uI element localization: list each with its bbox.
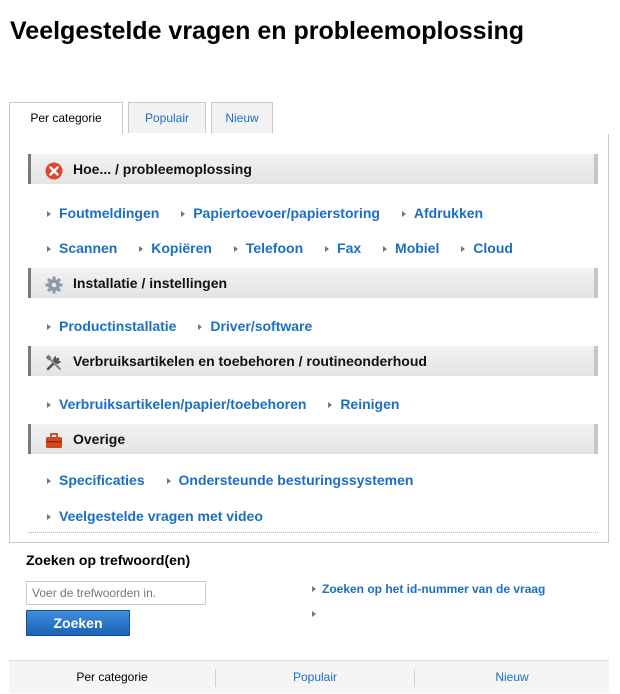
bottom-tab-per-categorie[interactable]: Per categorie <box>9 661 215 694</box>
link-specificaties[interactable]: Specificaties <box>47 472 145 488</box>
link-reinigen[interactable]: Reinigen <box>328 396 399 412</box>
tab-nieuw[interactable]: Nieuw <box>211 102 273 133</box>
bottom-tab-populair[interactable]: Populair <box>216 661 414 694</box>
error-circle-icon <box>45 160 63 180</box>
divider <box>28 532 598 533</box>
link-afdrukken[interactable]: Afdrukken <box>402 205 483 221</box>
link-row: Productinstallatie Driver/software <box>47 318 330 338</box>
search-by-id-link[interactable]: Zoeken op het id-nummer van de vraag <box>312 582 545 596</box>
link-row: Specificaties Ondersteunde besturingssys… <box>47 472 431 492</box>
section-title: Verbruiksartikelen en toebehoren / routi… <box>73 353 427 369</box>
link-row: Veelgestelde vragen met video <box>47 508 281 528</box>
link-cloud[interactable]: Cloud <box>461 240 513 256</box>
arrow-icon <box>312 605 322 617</box>
link-row: Verbruiksartikelen/papier/toebehoren Rei… <box>47 396 417 416</box>
link-mobiel[interactable]: Mobiel <box>383 240 439 256</box>
tab-per-categorie[interactable]: Per categorie <box>9 102 123 134</box>
link-verbruiksartikelen[interactable]: Verbruiksartikelen/papier/toebehoren <box>47 396 306 412</box>
bottom-tab-nieuw[interactable]: Nieuw <box>415 661 609 694</box>
section-header-supplies: Verbruiksartikelen en toebehoren / routi… <box>28 346 598 376</box>
link-driver-software[interactable]: Driver/software <box>198 318 312 334</box>
page-title: Veelgestelde vragen en probleemoplossing <box>10 17 525 45</box>
tab-populair[interactable]: Populair <box>128 102 206 133</box>
section-title: Overige <box>73 431 126 447</box>
search-title: Zoeken op trefwoord(en) <box>26 552 191 568</box>
link-telefoon[interactable]: Telefoon <box>234 240 303 256</box>
search-input[interactable] <box>26 581 206 605</box>
link-video-faq[interactable]: Veelgestelde vragen met video <box>47 508 263 524</box>
toolbox-icon <box>45 430 63 448</box>
section-header-installation: Installatie / instellingen <box>28 268 598 298</box>
link-fax[interactable]: Fax <box>325 240 361 256</box>
section-header-howto: Hoe... / probleemoplossing <box>28 154 598 184</box>
gear-icon <box>45 274 63 294</box>
link-foutmeldingen[interactable]: Foutmeldingen <box>47 205 159 221</box>
search-button[interactable]: Zoeken <box>26 610 130 636</box>
link-besturingssystemen[interactable]: Ondersteunde besturingssystemen <box>167 472 414 488</box>
category-panel: Hoe... / probleemoplossing Foutmeldingen… <box>9 134 609 543</box>
section-header-other: Overige <box>28 424 598 454</box>
link-productinstallatie[interactable]: Productinstallatie <box>47 318 176 334</box>
bottom-tab-bar: Per categorie Populair Nieuw <box>9 660 609 693</box>
link-papiertoevoer[interactable]: Papiertoevoer/papierstoring <box>181 205 380 221</box>
tools-icon <box>45 352 63 371</box>
section-title: Hoe... / probleemoplossing <box>73 161 252 177</box>
link-row: Foutmeldingen Papiertoevoer/papierstorin… <box>47 205 501 225</box>
tab-bar: Per categorie Populair Nieuw <box>9 102 609 135</box>
section-title: Installatie / instellingen <box>73 275 228 291</box>
link-kopieren[interactable]: Kopiëren <box>139 240 212 256</box>
link-scannen[interactable]: Scannen <box>47 240 117 256</box>
link-row: Scannen Kopiëren Telefoon Fax Mobiel Clo… <box>47 240 531 260</box>
